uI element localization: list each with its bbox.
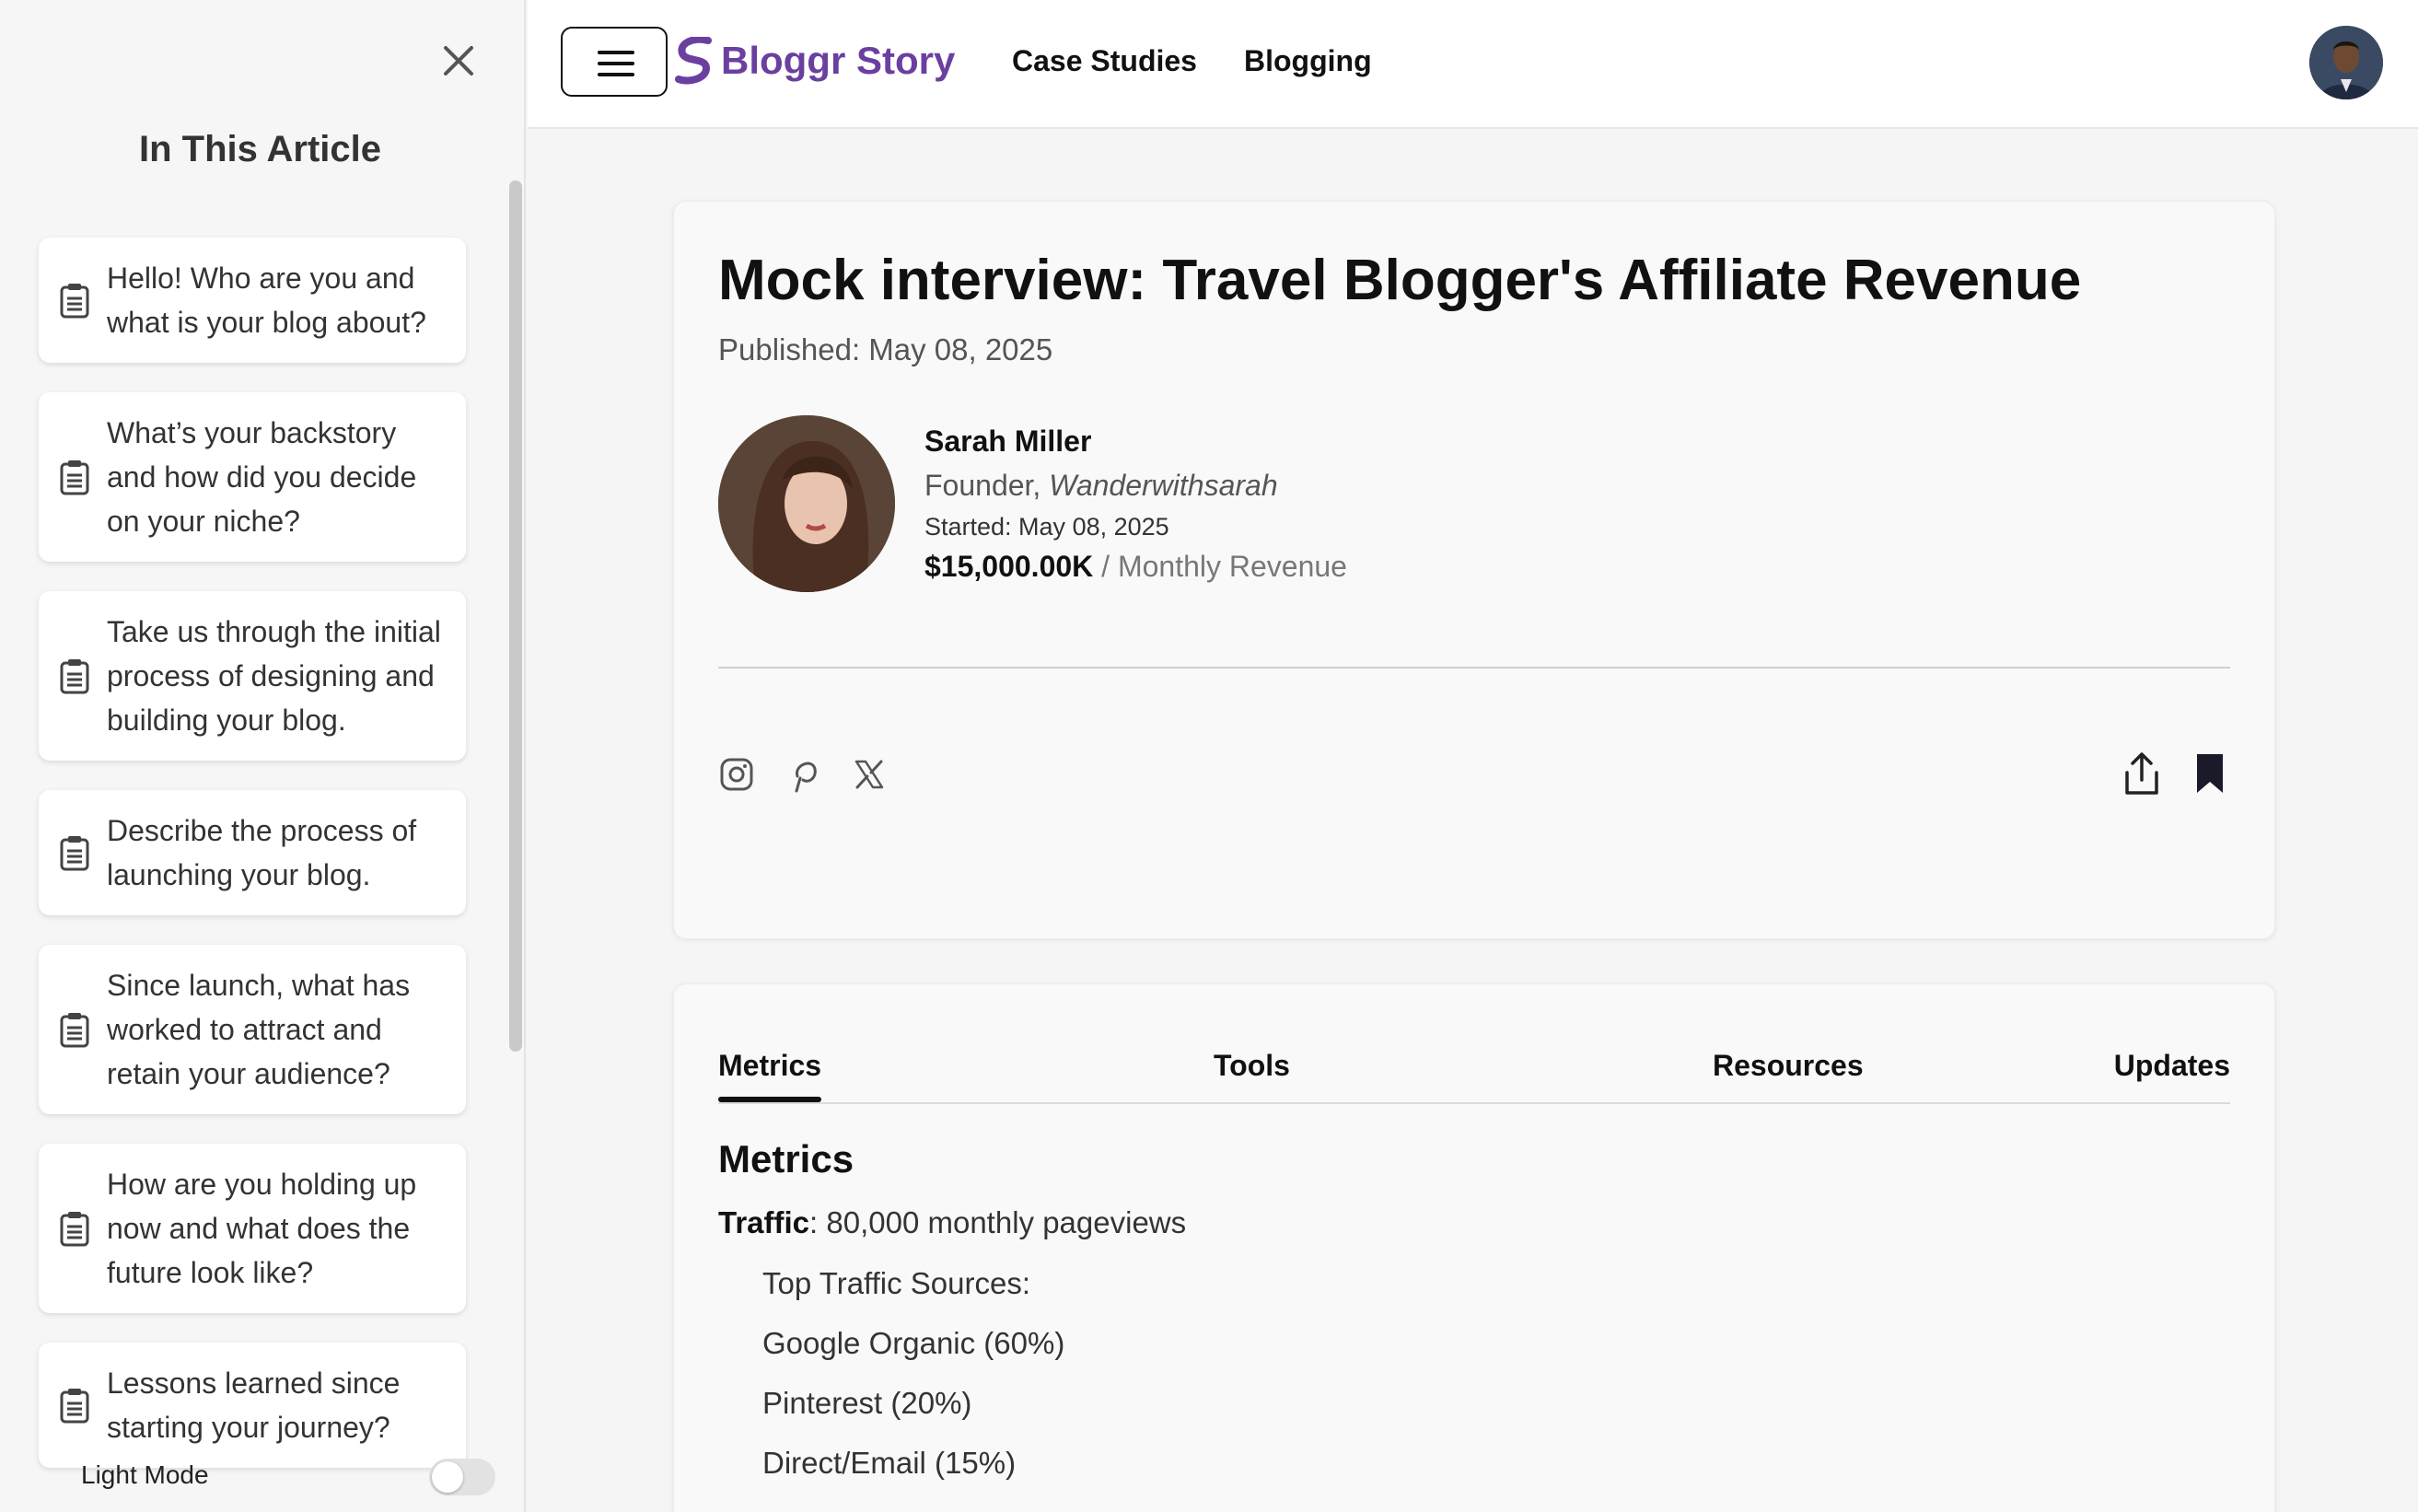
toc-item-label: Take us through the initial process of d… <box>107 615 441 737</box>
notepad-icon <box>60 836 89 871</box>
notepad-icon <box>60 284 89 319</box>
x-icon[interactable] <box>851 756 888 793</box>
author-photo <box>718 415 895 592</box>
table-of-contents: Hello! Who are you and what is your blog… <box>39 238 466 1497</box>
article-sidebar: In This Article Hello! Who are you and w… <box>0 0 526 1512</box>
traffic-source-item: Pinterest (20%) <box>762 1386 972 1420</box>
close-icon[interactable] <box>436 39 481 83</box>
traffic-source-item: Google Organic (60%) <box>762 1326 1065 1360</box>
tab-updates[interactable]: Updates <box>2114 1049 2230 1083</box>
metrics-heading: Metrics <box>718 1137 854 1181</box>
notepad-icon <box>60 1013 89 1048</box>
share-icon[interactable] <box>2122 750 2162 797</box>
top-header: Bloggr Story Case Studies Blogging <box>528 0 2418 129</box>
traffic-label: Traffic <box>718 1205 810 1239</box>
user-avatar[interactable] <box>2309 26 2383 99</box>
article-content-card: Metrics Tools Resources Updates Metrics … <box>673 983 2275 1512</box>
toc-item[interactable]: Hello! Who are you and what is your blog… <box>39 238 466 363</box>
nav-blogging[interactable]: Blogging <box>1244 44 1372 78</box>
pinterest-icon[interactable] <box>785 756 821 793</box>
light-mode-toggle[interactable] <box>429 1459 495 1495</box>
notepad-icon <box>60 1212 89 1247</box>
traffic-sources-label: Top Traffic Sources: <box>762 1266 1031 1300</box>
article-title: Mock interview: Travel Blogger's Affilia… <box>718 249 2082 312</box>
traffic-line: Traffic: 80,000 monthly pageviews <box>718 1205 1186 1240</box>
sidebar-title: In This Article <box>138 129 381 169</box>
notepad-icon <box>60 659 89 694</box>
toc-item[interactable]: How are you holding up now and what does… <box>39 1144 466 1313</box>
author-role: Founder, Wanderwithsarah <box>924 469 1278 502</box>
author-company: Wanderwithsarah <box>1049 469 1278 502</box>
bookmark-icon[interactable] <box>2190 750 2230 797</box>
tab-resources[interactable]: Resources <box>1713 1049 1864 1083</box>
content-tabs: Metrics Tools Resources Updates <box>718 1049 2230 1104</box>
toc-item-label: Since launch, what has worked to attract… <box>107 969 411 1090</box>
traffic-source-item: Direct/Email (15%) <box>762 1446 1017 1480</box>
toc-item[interactable]: Describe the process of launching your b… <box>39 790 466 915</box>
tab-tools[interactable]: Tools <box>1214 1049 1290 1083</box>
article-header-card: Mock interview: Travel Blogger's Affilia… <box>673 201 2275 939</box>
author-started: Started: May 08, 2025 <box>924 513 1169 541</box>
sidebar-scrollbar[interactable] <box>509 180 522 1052</box>
toc-item-label: How are you holding up now and what does… <box>107 1168 417 1289</box>
toc-item[interactable]: Since launch, what has worked to attract… <box>39 945 466 1114</box>
light-mode-label: Light Mode <box>81 1460 209 1489</box>
tab-metrics[interactable]: Metrics <box>718 1049 822 1102</box>
toc-item-label: Hello! Who are you and what is your blog… <box>107 262 426 339</box>
toc-item[interactable]: What’s your backstory and how did you de… <box>39 392 466 562</box>
toc-item-label: Describe the process of launching your b… <box>107 814 417 891</box>
traffic-value: : 80,000 monthly pageviews <box>809 1205 1187 1239</box>
toc-item[interactable]: Take us through the initial process of d… <box>39 591 466 761</box>
nav-case-studies[interactable]: Case Studies <box>1012 44 1197 78</box>
toc-item[interactable]: Lessons learned since starting your jour… <box>39 1343 466 1468</box>
toggle-knob <box>432 1461 463 1493</box>
revenue-value: $15,000.00K <box>924 550 1094 583</box>
brand-logo[interactable]: Bloggr Story <box>675 37 955 85</box>
toc-item-label: Lessons learned since starting your jour… <box>107 1367 401 1444</box>
divider <box>718 667 2230 669</box>
menu-button[interactable] <box>561 27 668 97</box>
toc-item-label: What’s your backstory and how did you de… <box>107 416 417 538</box>
notepad-icon <box>60 460 89 495</box>
monthly-revenue: $15,000.00K / Monthly Revenue <box>924 550 1347 584</box>
logo-icon <box>675 37 712 85</box>
author-name: Sarah Miller <box>924 425 1092 458</box>
instagram-icon[interactable] <box>718 756 755 793</box>
revenue-suffix: / Monthly Revenue <box>1101 550 1347 583</box>
logo-text: Bloggr Story <box>721 39 956 82</box>
notepad-icon <box>60 1389 89 1424</box>
published-date: Published: May 08, 2025 <box>718 332 1053 366</box>
